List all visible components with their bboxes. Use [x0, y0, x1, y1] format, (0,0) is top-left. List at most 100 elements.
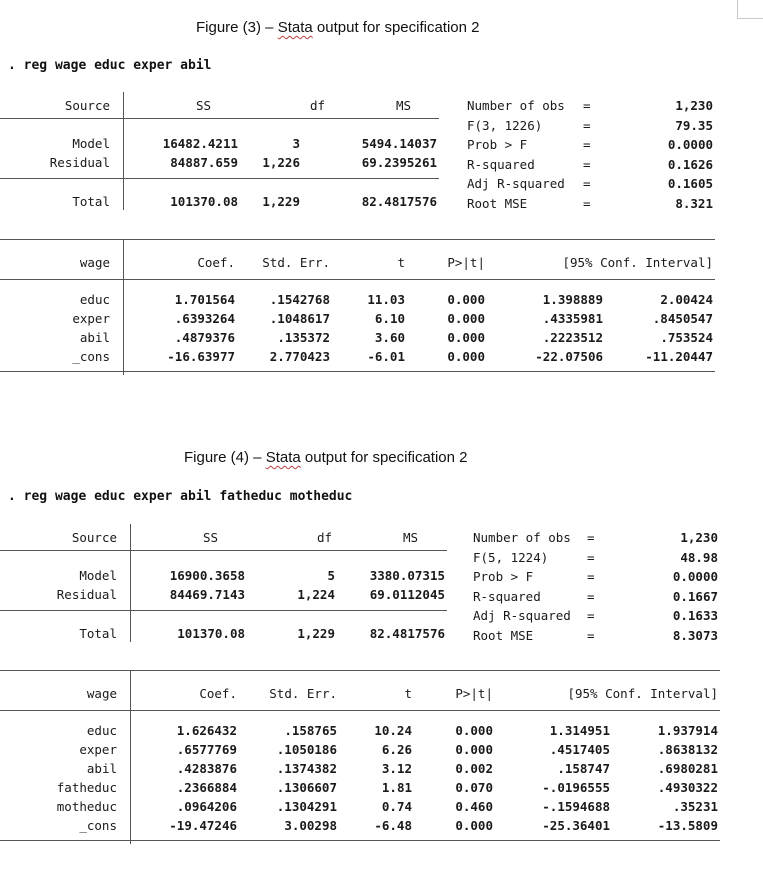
stat-value: 1,230: [680, 530, 718, 545]
coef-std-err: .1374382: [276, 761, 337, 776]
coef-estimate: .2366884: [176, 780, 237, 795]
coef-var: abil: [86, 761, 117, 776]
coef-var: educ: [79, 292, 110, 307]
coef-t-stat: -6.01: [367, 349, 405, 364]
caption-prefix: Figure (3) –: [196, 19, 278, 36]
coef-ci-high: 2.00424: [660, 292, 713, 307]
coef-ci-high: .35231: [672, 799, 718, 814]
coef-std-err: .135372: [277, 330, 330, 345]
coef-t-stat: 1.81: [381, 780, 412, 795]
coef-t-stat: -6.48: [374, 818, 412, 833]
anova-header-source: Source: [64, 98, 110, 113]
coef-ci-low: .2223512: [542, 330, 603, 345]
coef-ci-low: -22.07506: [535, 349, 603, 364]
coef-std-err: .158765: [284, 723, 337, 738]
anova-df: 3: [292, 136, 300, 151]
coef-ci-high: -13.5809: [657, 818, 718, 833]
coef-header-se: Std. Err.: [269, 686, 337, 701]
coef-p-value: 0.000: [447, 311, 485, 326]
stat-value: 8.3073: [672, 627, 718, 643]
coef-var: _cons: [79, 818, 117, 833]
anova-total-ms: 82.4817576: [369, 626, 445, 641]
coef-var: fatheduc: [56, 780, 117, 795]
coef-top-rule: [0, 239, 715, 240]
stat-value: 0.0000: [672, 569, 718, 584]
coef-estimate: 1.701564: [174, 292, 235, 307]
anova-header-rule: [0, 550, 447, 551]
stat-equals: =: [583, 176, 591, 191]
anova-header-ss: SS: [203, 530, 219, 545]
coef-ci-high: -11.20447: [645, 349, 713, 364]
stat-label: Prob > F: [473, 569, 534, 584]
anova-ss: 84887.659: [170, 155, 238, 170]
stat-label: R-squared: [473, 588, 541, 604]
stat-label: Prob > F: [467, 137, 528, 152]
anova-total-source: Total: [79, 626, 117, 641]
anova-column-divider: [123, 92, 124, 210]
stat-value: 0.1605: [667, 176, 713, 191]
stat-equals: =: [583, 156, 591, 172]
caption-spellcheck-word: Stata: [265, 449, 301, 466]
coef-header-p: P>|t|: [447, 255, 485, 270]
stat-label: Root MSE: [467, 195, 528, 211]
coef-p-value: 0.000: [455, 723, 493, 738]
anova-header-ms: MS: [403, 530, 419, 545]
anova-source: Model: [79, 568, 117, 583]
coef-std-err: .1542768: [269, 292, 330, 307]
coef-p-value: 0.000: [447, 349, 485, 364]
stat-label: F(5, 1224): [473, 549, 549, 565]
anova-header-rule: [0, 118, 439, 119]
anova-total-ss: 101370.08: [177, 626, 245, 641]
stat-label: F(3, 1226): [467, 117, 543, 133]
coef-p-value: 0.000: [455, 818, 493, 833]
coef-t-stat: 3.12: [381, 761, 412, 776]
stat-value: 0.0000: [667, 137, 713, 152]
coef-ci-high: .4930322: [657, 780, 718, 795]
anova-ms: 69.0112045: [369, 587, 445, 602]
coef-header-var: wage: [79, 255, 110, 270]
coef-estimate: .6393264: [174, 311, 235, 326]
anova-source: Residual: [56, 587, 117, 602]
coef-ci-low: 1.398889: [542, 292, 603, 307]
anova-total-rule: [0, 610, 447, 611]
anova-ms: 3380.07315: [369, 568, 445, 583]
coef-ci-low: .158747: [557, 761, 610, 776]
anova-ss: 16482.4211: [162, 136, 238, 151]
coef-ci-low: -25.36401: [542, 818, 610, 833]
coef-std-err: 2.770423: [269, 349, 330, 364]
coef-ci-low: 1.314951: [549, 723, 610, 738]
coef-std-err: .1048617: [269, 311, 330, 326]
coef-header-p: P>|t|: [455, 686, 493, 701]
coef-var: motheduc: [56, 799, 117, 814]
page-corner-marker: [737, 0, 763, 19]
coef-t-stat: 6.10: [374, 311, 405, 326]
coef-estimate: 1.626432: [176, 723, 237, 738]
anova-total-df: 1,229: [297, 626, 335, 641]
stat-label: Adj R-squared: [473, 608, 571, 623]
figure-caption: Figure (4) – Stata output for specificat…: [184, 449, 468, 466]
caption-prefix: Figure (4) –: [184, 449, 266, 466]
coef-p-value: 0.070: [455, 780, 493, 795]
coef-bottom-rule: [0, 371, 715, 372]
anova-df: 1,224: [297, 587, 335, 602]
coef-ci-high: .753524: [660, 330, 713, 345]
stat-label: R-squared: [467, 156, 535, 172]
coef-header-se: Std. Err.: [262, 255, 330, 270]
coef-ci-low: -.0196555: [542, 780, 610, 795]
anova-ms: 69.2395261: [361, 155, 437, 170]
stat-label: Adj R-squared: [467, 176, 565, 191]
coef-header-coef: Coef.: [199, 686, 237, 701]
coef-bottom-rule: [0, 840, 720, 841]
stat-label: Number of obs: [467, 98, 565, 113]
stat-equals: =: [587, 569, 595, 584]
anova-ss: 84469.7143: [169, 587, 245, 602]
coef-estimate: -19.47246: [169, 818, 237, 833]
coef-header-ci: [95% Conf. Interval]: [562, 255, 713, 270]
coef-var: exper: [72, 311, 110, 326]
stat-value: 0.1633: [672, 608, 718, 623]
coef-t-stat: 3.60: [374, 330, 405, 345]
coef-var: _cons: [72, 349, 110, 364]
stat-equals: =: [587, 588, 595, 604]
anova-total-df: 1,229: [262, 194, 300, 209]
coef-std-err: 3.00298: [284, 818, 337, 833]
